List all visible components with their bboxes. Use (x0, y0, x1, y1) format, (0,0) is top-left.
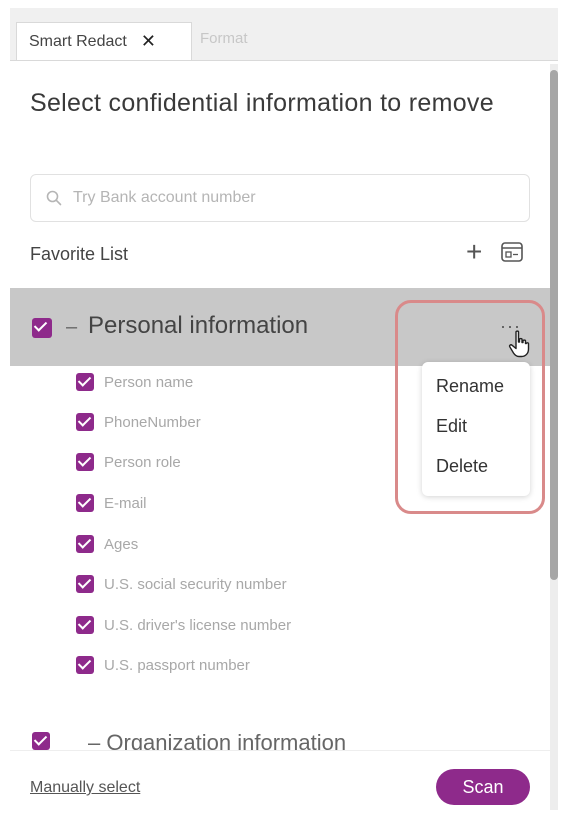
list-item[interactable]: U.S. social security number (76, 572, 287, 596)
item-checkbox[interactable] (76, 373, 94, 391)
menu-item-rename[interactable]: Rename (436, 376, 504, 397)
menu-item-edit[interactable]: Edit (436, 416, 467, 437)
item-label: Person name (104, 373, 194, 391)
tab-smart-redact[interactable]: Smart Redact ✕ (16, 22, 192, 60)
list-item[interactable]: Ages (76, 532, 138, 556)
search-input[interactable] (71, 188, 495, 208)
item-checkbox[interactable] (76, 575, 94, 593)
item-label: U.S. driver's license number (104, 616, 292, 634)
list-item[interactable]: U.S. driver's license number (76, 613, 291, 637)
add-favorite-button[interactable]: + (466, 238, 482, 266)
manage-list-icon[interactable] (500, 240, 524, 264)
hand-cursor-icon (508, 330, 530, 358)
list-item[interactable]: U.S. passport number (76, 653, 250, 677)
list-item[interactable]: PhoneNumber (76, 410, 201, 434)
close-icon[interactable]: ✕ (141, 31, 156, 52)
item-label: PhoneNumber (104, 413, 201, 431)
item-checkbox[interactable] (76, 494, 94, 512)
group-label: – Organization information (88, 730, 347, 750)
tab-smart-redact-label: Smart Redact (29, 32, 127, 50)
scroll-thumb[interactable] (550, 70, 558, 580)
context-menu: Rename Edit Delete (422, 362, 530, 496)
footer: Manually select Scan (10, 750, 558, 810)
item-checkbox[interactable] (76, 656, 94, 674)
group-row-organization-information[interactable]: – Organization information (10, 724, 558, 750)
smart-redact-panel: Smart Redact ✕ Format Select confidentia… (10, 8, 558, 810)
item-label: Ages (104, 535, 139, 553)
tab-format[interactable]: Format (200, 30, 248, 47)
group-label: Personal information (88, 312, 309, 339)
item-label: Person role (104, 453, 181, 471)
scan-button[interactable]: Scan (436, 769, 530, 805)
tab-bar: Smart Redact ✕ Format (10, 8, 558, 61)
group-row-personal-information[interactable]: – Personal information ··· (10, 288, 558, 366)
group-dash: – (66, 316, 78, 338)
item-label: U.S. social security number (104, 575, 287, 593)
group-checkbox[interactable] (32, 732, 50, 750)
page-title: Select confidential information to remov… (30, 89, 494, 117)
search-icon (46, 190, 62, 206)
group-checkbox[interactable] (32, 318, 52, 338)
item-checkbox[interactable] (76, 616, 94, 634)
list-item[interactable]: Person role (76, 450, 181, 474)
item-checkbox[interactable] (76, 413, 94, 431)
manually-select-link[interactable]: Manually select (30, 779, 140, 797)
item-checkbox[interactable] (76, 535, 94, 553)
item-checkbox[interactable] (76, 453, 94, 471)
favorite-list-label: Favorite List (30, 244, 129, 264)
list-item[interactable]: E-mail (76, 491, 147, 515)
search-box[interactable] (30, 174, 530, 222)
menu-item-delete[interactable]: Delete (436, 456, 488, 477)
item-label: U.S. passport number (104, 656, 250, 674)
item-label: E-mail (104, 494, 147, 512)
scrollbar[interactable] (550, 64, 558, 810)
list-item[interactable]: Person name (76, 370, 193, 394)
